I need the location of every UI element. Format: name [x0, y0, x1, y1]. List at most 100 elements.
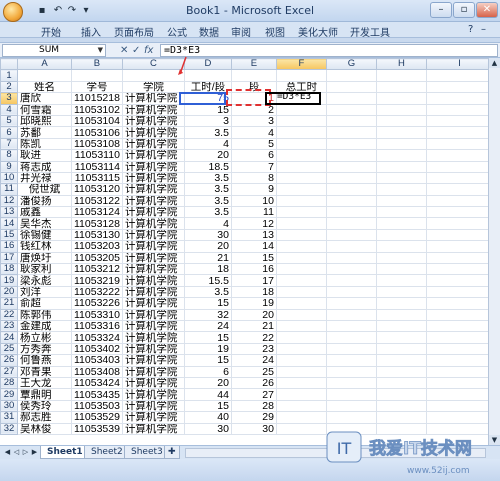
cell-a7[interactable]: 陈凯	[17, 137, 72, 151]
cell-f31[interactable]	[275, 411, 327, 424]
cell-b29[interactable]: 11053435	[71, 388, 123, 401]
cell-h17[interactable]	[375, 251, 427, 265]
cell-a18[interactable]: 耿家利	[17, 263, 72, 276]
cell-d4[interactable]: 15	[183, 103, 232, 116]
cell-a22[interactable]: 陈郭伟	[17, 308, 72, 322]
row-header[interactable]: 28	[0, 376, 18, 390]
cell-i6[interactable]	[425, 126, 493, 139]
cell-c14[interactable]: 计算机学院	[121, 217, 185, 230]
cell-i29[interactable]	[425, 388, 493, 401]
cell-h4[interactable]	[375, 103, 427, 116]
cell-f17[interactable]	[275, 251, 327, 265]
cell-g17[interactable]	[325, 251, 377, 265]
cell-a10[interactable]: 井光禄	[17, 171, 72, 185]
ribbon-minimize-icon[interactable]: –	[481, 24, 486, 35]
cell-b18[interactable]: 11053212	[71, 263, 123, 276]
cell-b15[interactable]: 11053130	[71, 228, 123, 242]
cell-h6[interactable]	[375, 126, 427, 139]
cell-d8[interactable]: 20	[183, 149, 232, 162]
row-header[interactable]: 13	[0, 206, 18, 219]
cell-g9[interactable]	[325, 160, 377, 173]
cell-c9[interactable]: 计算机学院	[121, 160, 185, 173]
cell-g19[interactable]	[325, 274, 377, 287]
cancel-icon[interactable]: ✕	[120, 44, 128, 57]
cell-a21[interactable]: 俞超	[17, 297, 72, 310]
cell-c5[interactable]: 计算机学院	[121, 114, 185, 128]
cell-f29[interactable]	[275, 388, 327, 401]
cell-h11[interactable]	[375, 183, 427, 196]
cell-d27[interactable]: 6	[183, 365, 232, 378]
row-header[interactable]: 7	[0, 137, 18, 151]
cell-f2[interactable]: 总工时	[275, 80, 327, 94]
cell-i23[interactable]	[425, 319, 493, 333]
column-header-g[interactable]: G	[325, 58, 377, 71]
row-header[interactable]: 8	[0, 149, 18, 162]
name-box[interactable]: SUM ▼	[2, 44, 106, 57]
column-header-b[interactable]: B	[71, 58, 123, 71]
cell-i25[interactable]	[425, 342, 493, 356]
row-header[interactable]: 18	[0, 263, 18, 276]
tab-view[interactable]: 视图	[265, 24, 285, 39]
cell-e18[interactable]: 16	[230, 263, 277, 276]
vertical-scrollbar[interactable]: ▲ ▼	[488, 58, 500, 445]
cell-i14[interactable]	[425, 217, 493, 230]
cell-f10[interactable]	[275, 171, 327, 185]
cell-h18[interactable]	[375, 263, 427, 276]
row-header[interactable]: 32	[0, 422, 18, 435]
cell-g27[interactable]	[325, 365, 377, 378]
cell-f1[interactable]	[275, 69, 327, 82]
cell-e4[interactable]: 2	[230, 103, 277, 116]
cell-f5[interactable]	[275, 114, 327, 128]
row-header[interactable]: 4	[0, 103, 18, 116]
maximize-button[interactable]: ▫	[453, 2, 475, 18]
cell-e32[interactable]: 30	[230, 422, 277, 435]
cell-h32[interactable]	[375, 422, 427, 435]
row-header[interactable]: 15	[0, 228, 18, 242]
cell-b4[interactable]: 11053102	[71, 103, 123, 116]
cell-d11[interactable]: 3.5	[183, 183, 232, 196]
cell-c16[interactable]: 计算机学院	[121, 240, 185, 253]
cell-e6[interactable]: 4	[230, 126, 277, 139]
cell-f11[interactable]	[275, 183, 327, 196]
cell-e8[interactable]: 6	[230, 149, 277, 162]
cell-e26[interactable]: 24	[230, 354, 277, 367]
cell-f24[interactable]	[275, 331, 327, 344]
cell-h25[interactable]	[375, 342, 427, 356]
cell-d3[interactable]: 75	[183, 92, 232, 105]
last-sheet-icon[interactable]: ▶	[30, 447, 39, 458]
tab-developer[interactable]: 开发工具	[350, 24, 390, 39]
cell-d14[interactable]: 4	[183, 217, 232, 230]
cell-c23[interactable]: 计算机学院	[121, 319, 185, 333]
cell-a8[interactable]: 耿进	[17, 149, 72, 162]
cell-i31[interactable]	[425, 411, 493, 424]
cell-b20[interactable]: 11053222	[71, 285, 123, 299]
column-header-d[interactable]: D	[183, 58, 232, 71]
cell-e23[interactable]: 21	[230, 319, 277, 333]
cell-e10[interactable]: 8	[230, 171, 277, 185]
cell-h10[interactable]	[375, 171, 427, 185]
cell-c12[interactable]: 计算机学院	[121, 194, 185, 208]
cell-a16[interactable]: 钱红林	[17, 240, 72, 253]
cell-c26[interactable]: 计算机学院	[121, 354, 185, 367]
cell-i10[interactable]	[425, 171, 493, 185]
cell-d25[interactable]: 19	[183, 342, 232, 356]
cell-d10[interactable]: 3.5	[183, 171, 232, 185]
cell-f28[interactable]	[275, 376, 327, 390]
cell-a15[interactable]: 徐锡健	[17, 228, 72, 242]
cell-d9[interactable]: 18.5	[183, 160, 232, 173]
cell-i21[interactable]	[425, 297, 493, 310]
cell-a1[interactable]	[17, 69, 72, 82]
cell-b26[interactable]: 11053403	[71, 354, 123, 367]
cell-f7[interactable]	[275, 137, 327, 151]
row-header[interactable]: 10	[0, 171, 18, 185]
row-header[interactable]: 14	[0, 217, 18, 230]
cell-h15[interactable]	[375, 228, 427, 242]
tab-data[interactable]: 数据	[199, 24, 219, 39]
cell-h16[interactable]	[375, 240, 427, 253]
name-box-dropdown-icon[interactable]: ▼	[98, 45, 103, 56]
cell-g30[interactable]	[325, 399, 377, 413]
cell-c18[interactable]: 计算机学院	[121, 263, 185, 276]
cell-g25[interactable]	[325, 342, 377, 356]
cell-d18[interactable]: 18	[183, 263, 232, 276]
cell-h14[interactable]	[375, 217, 427, 230]
